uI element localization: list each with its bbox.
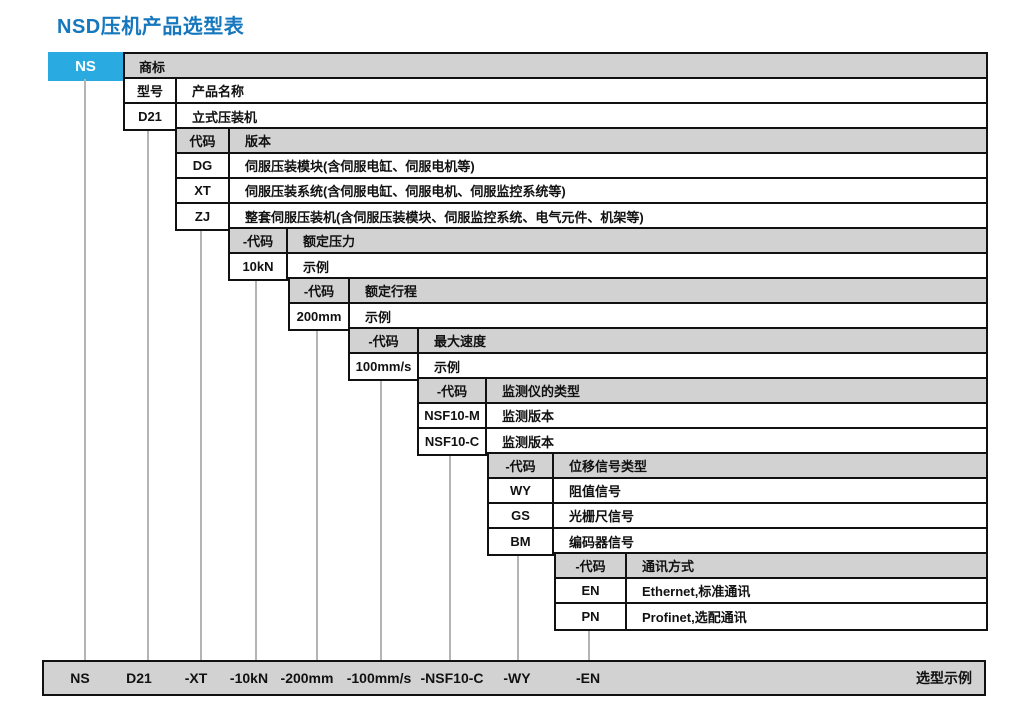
table-row: D21 立式压装机 — [125, 104, 986, 129]
label-cell: 监测仪的类型 — [487, 379, 986, 402]
label-cell: 立式压装机 — [177, 104, 986, 129]
page-title: NSD压机产品选型表 — [57, 10, 244, 39]
example-segment: NS — [70, 670, 89, 686]
code-cell: WY — [489, 479, 554, 502]
example-segment: -NSF10-C — [420, 670, 483, 686]
code-cell: XT — [177, 179, 230, 202]
table-row: NSF10-M 监测版本 — [419, 404, 986, 429]
brand-label: 商标 — [125, 54, 986, 79]
code-cell: -代码 — [230, 229, 288, 252]
example-segment: D21 — [126, 670, 152, 686]
table-row: BM 编码器信号 — [489, 529, 986, 554]
code-cell: D21 — [125, 104, 177, 129]
catalog-page: NSD压机产品选型表 NS 商标 型号 产品名称 D21 立式压装机 代码 版本… — [0, 0, 1030, 704]
table-row: -代码 额定行程 — [290, 279, 986, 304]
table-row: 型号 产品名称 — [125, 79, 986, 104]
label-cell: 监测版本 — [487, 404, 986, 427]
label-cell: 额定压力 — [288, 229, 986, 252]
table-row: XT 伺服压装系统(含伺服电缸、伺服电机、伺服监控系统等) — [177, 179, 986, 204]
code-cell: BM — [489, 529, 554, 554]
label-cell: 示例 — [288, 254, 986, 279]
label-cell: 通讯方式 — [627, 554, 986, 577]
example-segment: -200mm — [281, 670, 334, 686]
table-row: 10kN 示例 — [230, 254, 986, 279]
connector-line-d21 — [147, 129, 149, 662]
label-cell: 示例 — [350, 304, 986, 329]
code-cell: -代码 — [350, 329, 419, 352]
table-row: -代码 最大速度 — [350, 329, 986, 354]
table-row: ZJ 整套伺服压装机(含伺服压装模块、伺服监控系统、电气元件、机架等) — [177, 204, 986, 229]
block-version: 代码 版本 DG 伺服压装模块(含伺服电缸、伺服电机等) XT 伺服压装系统(含… — [175, 127, 988, 231]
connector-line-stroke — [316, 329, 318, 662]
code-cell: PN — [556, 604, 627, 629]
label-cell: 伺服压装模块(含伺服电缸、伺服电机等) — [230, 154, 986, 177]
label-cell: Profinet,选配通讯 — [627, 604, 986, 629]
connector-line-speed — [380, 379, 382, 662]
code-cell: 型号 — [125, 79, 177, 102]
code-cell: -代码 — [290, 279, 350, 302]
code-cell: -代码 — [419, 379, 487, 402]
label-cell: 伺服压装系统(含伺服电缸、伺服电机、伺服监控系统等) — [230, 179, 986, 202]
label-cell: 监测版本 — [487, 429, 986, 454]
block-rated-stroke: -代码 额定行程 200mm 示例 — [288, 277, 988, 331]
code-cell: 100mm/s — [350, 354, 419, 379]
example-code-bar: NS D21 -XT -10kN -200mm -100mm/s -NSF10-… — [42, 660, 986, 696]
example-segment: -10kN — [230, 670, 268, 686]
table-row: -代码 监测仪的类型 — [419, 379, 986, 404]
label-cell: 位移信号类型 — [554, 454, 986, 477]
label-cell: 最大速度 — [419, 329, 986, 352]
example-segment: -XT — [185, 670, 208, 686]
label-cell: 示例 — [419, 354, 986, 379]
block-rated-force: -代码 额定压力 10kN 示例 — [228, 227, 988, 281]
connector-line-signal — [517, 554, 519, 662]
code-cell: 10kN — [230, 254, 288, 279]
table-row: 100mm/s 示例 — [350, 354, 986, 379]
label-cell: 光栅尺信号 — [554, 504, 986, 527]
label-cell: 版本 — [230, 129, 986, 152]
code-cell: -代码 — [556, 554, 627, 577]
table-row: NSF10-C 监测版本 — [419, 429, 986, 454]
table-row: WY 阻值信号 — [489, 479, 986, 504]
label-cell: 编码器信号 — [554, 529, 986, 554]
block-max-speed: -代码 最大速度 100mm/s 示例 — [348, 327, 988, 381]
connector-line-monitor — [449, 454, 451, 662]
code-cell: EN — [556, 579, 627, 602]
code-cell: NSF10-C — [419, 429, 487, 454]
code-cell: 200mm — [290, 304, 350, 329]
block-displacement-signal: -代码 位移信号类型 WY 阻值信号 GS 光栅尺信号 BM 编码器信号 — [487, 452, 988, 556]
connector-line-ns — [84, 79, 86, 662]
example-caption: 选型示例 — [916, 668, 972, 688]
block-communication: -代码 通讯方式 EN Ethernet,标准通讯 PN Profinet,选配… — [554, 552, 988, 631]
label-cell: 产品名称 — [177, 79, 986, 102]
connector-line-force — [255, 279, 257, 662]
block-model: 型号 产品名称 D21 立式压装机 — [123, 77, 988, 131]
example-segment: -EN — [576, 670, 600, 686]
brand-code-box: NS — [48, 52, 123, 81]
table-row: -代码 通讯方式 — [556, 554, 986, 579]
label-cell: 阻值信号 — [554, 479, 986, 502]
label-cell: 整套伺服压装机(含伺服压装模块、伺服监控系统、电气元件、机架等) — [230, 204, 986, 229]
example-segment: -100mm/s — [347, 670, 412, 686]
label-cell: 额定行程 — [350, 279, 986, 302]
code-cell: -代码 — [489, 454, 554, 477]
connector-line-version — [200, 229, 202, 662]
label-cell: Ethernet,标准通讯 — [627, 579, 986, 602]
table-row: PN Profinet,选配通讯 — [556, 604, 986, 629]
table-row: -代码 位移信号类型 — [489, 454, 986, 479]
connector-line-comm — [588, 629, 590, 662]
code-cell: GS — [489, 504, 554, 527]
code-cell: 代码 — [177, 129, 230, 152]
example-segment: -WY — [503, 670, 530, 686]
table-row: 200mm 示例 — [290, 304, 986, 329]
table-row: EN Ethernet,标准通讯 — [556, 579, 986, 604]
table-row: DG 伺服压装模块(含伺服电缸、伺服电机等) — [177, 154, 986, 179]
code-cell: DG — [177, 154, 230, 177]
table-row: -代码 额定压力 — [230, 229, 986, 254]
code-cell: NSF10-M — [419, 404, 487, 427]
table-row: GS 光栅尺信号 — [489, 504, 986, 529]
table-row: 代码 版本 — [177, 129, 986, 154]
block-monitor-type: -代码 监测仪的类型 NSF10-M 监测版本 NSF10-C 监测版本 — [417, 377, 988, 456]
code-cell: ZJ — [177, 204, 230, 229]
